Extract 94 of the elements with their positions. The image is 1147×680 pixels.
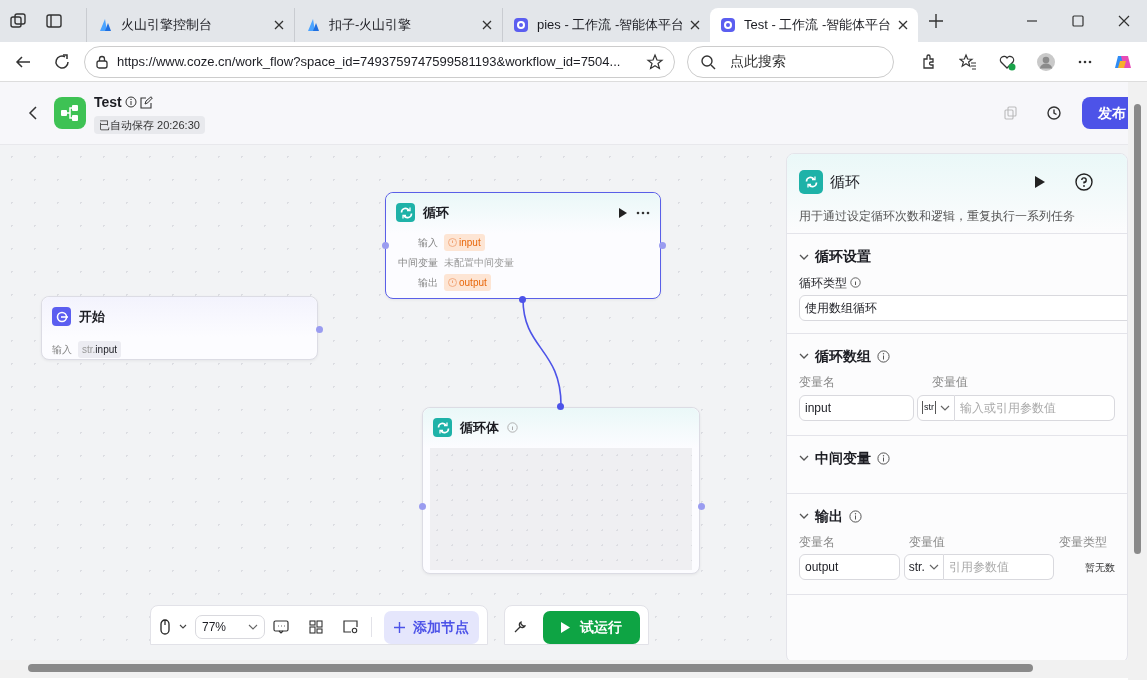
type-select[interactable]: str bbox=[917, 394, 955, 421]
close-icon[interactable] bbox=[1116, 13, 1132, 29]
loop-icon bbox=[396, 203, 415, 223]
caret-icon bbox=[928, 564, 939, 571]
horizontal-scrollbar[interactable] bbox=[0, 660, 1128, 678]
type-value: 暂无数 bbox=[1085, 560, 1115, 575]
column-header: 变量值 bbox=[909, 534, 946, 551]
close-icon[interactable] bbox=[898, 20, 908, 30]
info-icon[interactable] bbox=[877, 349, 890, 363]
new-tab-icon[interactable] bbox=[928, 13, 944, 29]
type-select[interactable]: str. bbox=[903, 554, 944, 581]
mountain-logo-icon bbox=[97, 17, 113, 33]
variable-name: output bbox=[459, 276, 487, 290]
mountain-logo-icon bbox=[305, 17, 321, 33]
field-label: 输入 bbox=[52, 342, 72, 357]
close-icon[interactable] bbox=[690, 20, 700, 30]
edit-icon[interactable] bbox=[140, 95, 154, 109]
connection-port[interactable] bbox=[658, 241, 666, 249]
section-title: 循环数组 bbox=[815, 346, 871, 366]
reload-icon[interactable] bbox=[53, 52, 72, 71]
back-icon[interactable] bbox=[28, 106, 38, 120]
profile-avatar-icon[interactable] bbox=[1036, 52, 1055, 71]
caret-icon bbox=[940, 404, 950, 411]
more-icon[interactable] bbox=[636, 210, 650, 215]
name-field[interactable]: output bbox=[799, 554, 901, 581]
column-header: 变量名 bbox=[799, 534, 836, 551]
run-icon[interactable] bbox=[618, 206, 628, 219]
plus-icon bbox=[394, 622, 405, 634]
loop-type-select[interactable]: 使用数组循环 bbox=[799, 294, 1127, 321]
field-label: 输出 bbox=[417, 276, 438, 290]
caret-icon[interactable] bbox=[179, 624, 187, 630]
workflow-node[interactable]: 循环 输入 input 中间变量 未配置中间变量 输出 output bbox=[385, 192, 661, 299]
column-header: 变量名 bbox=[799, 374, 836, 392]
layout-icon[interactable] bbox=[309, 620, 323, 634]
name-field[interactable]: input bbox=[799, 394, 914, 421]
section-title: 输出 bbox=[815, 506, 843, 526]
play-icon bbox=[561, 622, 570, 634]
workspaces-icon[interactable] bbox=[9, 12, 27, 30]
lock-icon bbox=[94, 54, 109, 69]
column-header: 变量值 bbox=[932, 374, 970, 392]
star-icon[interactable] bbox=[645, 52, 664, 71]
panel-description: 用于通过设定循环次数和逻辑，重复执行一系列任务 bbox=[799, 208, 1076, 225]
add-node-button[interactable]: 添加节点 bbox=[384, 610, 479, 644]
info-icon[interactable] bbox=[849, 509, 862, 523]
section-title: 循环设置 bbox=[815, 247, 871, 266]
chevron-icon[interactable] bbox=[799, 511, 809, 521]
variable-tag: str.input bbox=[78, 340, 122, 358]
node-title: 开始 bbox=[79, 308, 105, 326]
field-label: 输入 bbox=[417, 236, 438, 250]
vertical-scrollbar[interactable] bbox=[1128, 82, 1147, 680]
history-icon[interactable] bbox=[1046, 105, 1062, 121]
warning-icon bbox=[448, 238, 457, 247]
loop-icon bbox=[433, 418, 452, 438]
close-icon[interactable] bbox=[274, 20, 284, 30]
column-header: 变量类型 bbox=[1059, 534, 1107, 551]
close-icon[interactable] bbox=[482, 20, 492, 30]
maximize-icon[interactable] bbox=[1070, 13, 1086, 29]
publish-button[interactable]: 发布 bbox=[1082, 97, 1128, 129]
loop-icon bbox=[799, 170, 823, 194]
connection-port[interactable] bbox=[519, 296, 526, 303]
chevron-icon[interactable] bbox=[799, 453, 809, 463]
browser-tab[interactable]: Test - 工作流 -智能体平台 bbox=[710, 8, 918, 42]
field-label: 循环类型 bbox=[799, 274, 847, 292]
start-icon bbox=[52, 307, 71, 327]
workflow-logo-icon bbox=[54, 97, 86, 129]
variable-name: input bbox=[459, 236, 481, 250]
autosave-status: 已自动保存 20:26:30 bbox=[94, 115, 205, 135]
section-title: 中间变量 bbox=[815, 448, 871, 468]
caret-icon bbox=[248, 624, 258, 630]
zoom-select[interactable]: 77% bbox=[195, 615, 265, 639]
help-icon[interactable] bbox=[1074, 173, 1093, 191]
connection-port[interactable] bbox=[557, 403, 564, 410]
app-logo-icon bbox=[513, 17, 529, 33]
tab-actions-icon[interactable] bbox=[45, 12, 63, 30]
workflow-title: Test bbox=[94, 92, 122, 112]
run-icon[interactable] bbox=[1033, 175, 1046, 189]
node-title: 循环 bbox=[423, 204, 449, 222]
info-icon[interactable] bbox=[877, 451, 890, 465]
mouse-icon[interactable] bbox=[159, 619, 171, 635]
comment-icon[interactable] bbox=[273, 620, 289, 634]
app-logo-icon bbox=[720, 17, 736, 33]
warning-icon bbox=[448, 278, 457, 287]
search-icon bbox=[699, 53, 716, 70]
workflow-node[interactable]: 循环体 bbox=[422, 407, 700, 574]
workflow-node[interactable]: 开始 输入 str.input bbox=[41, 296, 318, 360]
info-icon bbox=[507, 422, 518, 434]
info-icon[interactable] bbox=[850, 277, 862, 288]
info-icon[interactable] bbox=[125, 96, 137, 109]
panel-title: 循环 bbox=[829, 171, 860, 192]
node-title: 循环体 bbox=[460, 419, 499, 437]
favorites-icon[interactable] bbox=[958, 52, 977, 71]
wrench-icon[interactable] bbox=[513, 620, 527, 634]
minimap-icon[interactable] bbox=[343, 620, 359, 634]
field-label: 中间变量 bbox=[397, 256, 438, 270]
